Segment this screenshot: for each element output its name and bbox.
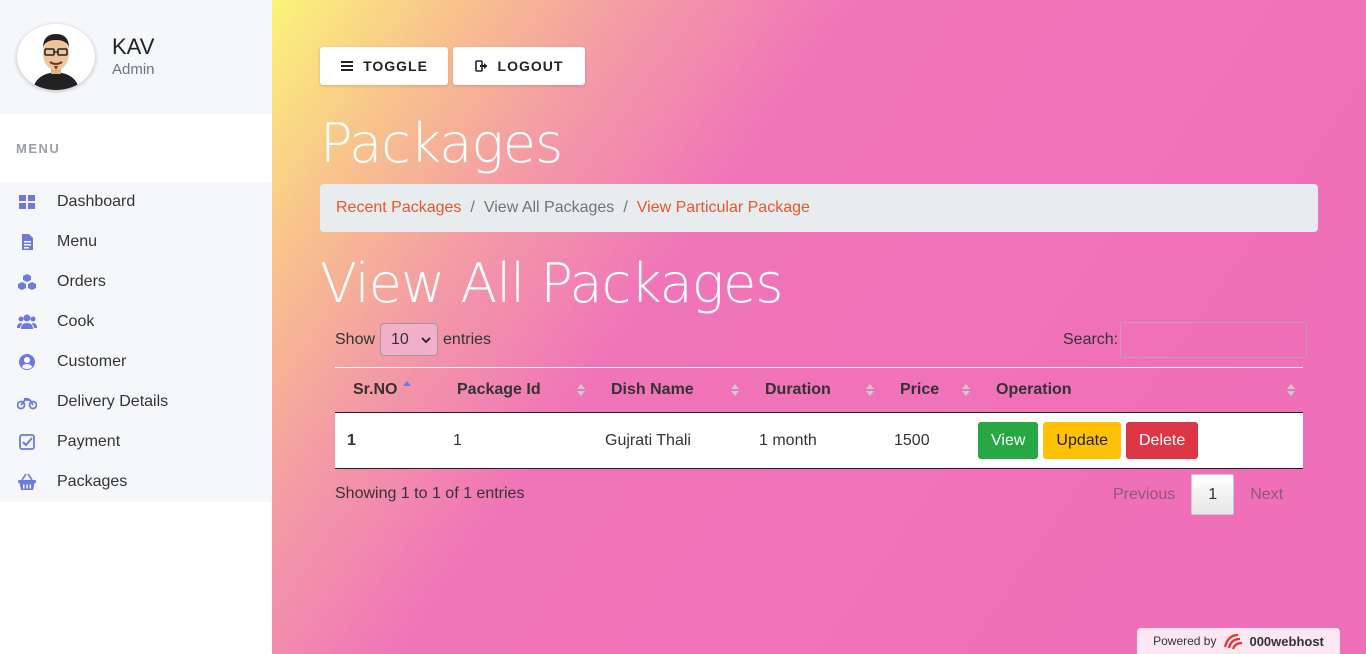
page-1-button[interactable]: 1: [1191, 474, 1235, 515]
avatar-image: [23, 24, 89, 90]
sort-icon: [731, 384, 739, 396]
column-header-price[interactable]: Price: [882, 368, 978, 413]
entries-control: Show 10 entries: [335, 323, 491, 356]
sidebar-item-cook[interactable]: Cook: [0, 302, 272, 342]
cell-dish-name: Gujrati Thali: [605, 431, 691, 449]
page-title: Packages: [320, 112, 563, 175]
sidebar-item-label: Packages: [57, 473, 128, 490]
menu-bars-icon: [341, 61, 354, 71]
profile-role: Admin: [112, 61, 155, 78]
entries-value: 10: [391, 330, 409, 348]
sort-icon: [962, 384, 970, 396]
sidebar-item-payment[interactable]: Payment: [0, 422, 272, 462]
breadcrumb-view-particular-package[interactable]: View Particular Package: [637, 199, 810, 217]
column-header-package-id[interactable]: Package Id: [439, 368, 593, 413]
sidebar-item-dashboard[interactable]: Dashboard: [0, 182, 272, 222]
table-info: Showing 1 to 1 of 1 entries: [335, 485, 525, 502]
table-row: 1 1 Gujrati Thali 1 month 1500 View Updat…: [335, 412, 1303, 469]
file-icon: [16, 233, 37, 251]
sort-icon: [577, 384, 585, 396]
avatar: [17, 24, 95, 90]
motorcycle-icon: [16, 393, 37, 411]
sidebar-item-delivery-details[interactable]: Delivery Details: [0, 382, 272, 422]
user-circle-icon: [16, 353, 37, 371]
entries-select[interactable]: 10: [380, 323, 439, 356]
basket-icon: [16, 473, 37, 491]
powered-by-label: Powered by: [1153, 634, 1217, 648]
sidebar-item-label: Delivery Details: [57, 393, 169, 410]
toggle-button[interactable]: TOGGLE: [320, 47, 448, 85]
sort-icon: [1287, 384, 1295, 396]
menu-list: Dashboard Menu Orders Cook Customer Deli…: [0, 182, 272, 502]
column-header-duration[interactable]: Duration: [747, 368, 882, 413]
sidebar-item-customer[interactable]: Customer: [0, 342, 272, 382]
chevron-down-icon: [421, 336, 431, 343]
webhost-logo-icon: [1224, 633, 1243, 650]
profile-panel: KAV Admin: [0, 0, 272, 114]
toggle-label: TOGGLE: [363, 58, 428, 74]
logout-label: LOGOUT: [497, 58, 564, 74]
table-header-row: Sr.NO Package Id Dish Name Duration Pric…: [335, 367, 1303, 413]
toolbar: TOGGLE LOGOUT: [320, 47, 585, 85]
main-content: TOGGLE LOGOUT Packages Recent Packages /…: [272, 0, 1366, 654]
breadcrumb-separator: /: [470, 199, 475, 216]
next-page-button[interactable]: Next: [1234, 486, 1299, 504]
delete-button[interactable]: Delete: [1125, 422, 1199, 459]
sidebar-item-packages[interactable]: Packages: [0, 462, 272, 502]
sidebar-item-label: Orders: [57, 273, 106, 290]
search-control: Search:: [1063, 322, 1308, 358]
breadcrumb-separator: /: [623, 199, 628, 216]
sign-out-icon: [474, 60, 488, 72]
cell-package-id: 1: [453, 431, 462, 449]
sidebar: KAV Admin MENU Dashboard Menu Orders Coo…: [0, 0, 272, 654]
previous-page-button[interactable]: Previous: [1097, 486, 1191, 504]
show-label: Show: [335, 330, 376, 348]
logout-button[interactable]: LOGOUT: [453, 47, 585, 85]
breadcrumb-view-all-packages[interactable]: View All Packages: [484, 199, 614, 217]
pagination: Previous 1 Next: [1097, 474, 1299, 515]
column-header-dish-name[interactable]: Dish Name: [593, 368, 747, 413]
sidebar-item-label: Payment: [57, 433, 121, 450]
powered-by-badge[interactable]: Powered by 000webhost: [1137, 628, 1340, 654]
update-button[interactable]: Update: [1043, 422, 1121, 459]
cell-price: 1500: [894, 431, 930, 449]
sort-icon: [866, 384, 874, 396]
breadcrumb-recent-packages[interactable]: Recent Packages: [336, 199, 461, 217]
sidebar-item-menu[interactable]: Menu: [0, 222, 272, 262]
breadcrumb: Recent Packages / View All Packages / Vi…: [320, 184, 1318, 232]
profile-name: KAV: [112, 34, 155, 59]
column-header-sr-no[interactable]: Sr.NO: [335, 368, 439, 413]
sidebar-item-label: Customer: [57, 353, 127, 370]
section-title: View All Packages: [320, 252, 784, 315]
check-square-icon: [16, 433, 37, 451]
column-header-operation[interactable]: Operation: [978, 368, 1303, 413]
powered-by-brand: 000webhost: [1249, 633, 1324, 649]
sidebar-item-label: Menu: [57, 233, 98, 250]
search-label: Search:: [1063, 331, 1119, 348]
users-icon: [16, 313, 37, 331]
cell-operation: View Update Delete: [978, 413, 1303, 469]
cell-sr-no: 1: [347, 431, 356, 449]
cubes-icon: [16, 273, 37, 291]
sidebar-item-label: Cook: [57, 313, 95, 330]
sidebar-item-label: Dashboard: [57, 193, 136, 210]
packages-table: Sr.NO Package Id Dish Name Duration Pric…: [335, 367, 1303, 469]
search-input[interactable]: [1120, 322, 1308, 358]
view-button[interactable]: View: [978, 422, 1039, 459]
entries-label: entries: [443, 330, 492, 348]
dashboard-icon: [16, 193, 37, 211]
sidebar-item-orders[interactable]: Orders: [0, 262, 272, 302]
cell-duration: 1 month: [759, 431, 817, 449]
menu-header: MENU: [16, 140, 61, 156]
sort-asc-icon: [403, 381, 411, 386]
